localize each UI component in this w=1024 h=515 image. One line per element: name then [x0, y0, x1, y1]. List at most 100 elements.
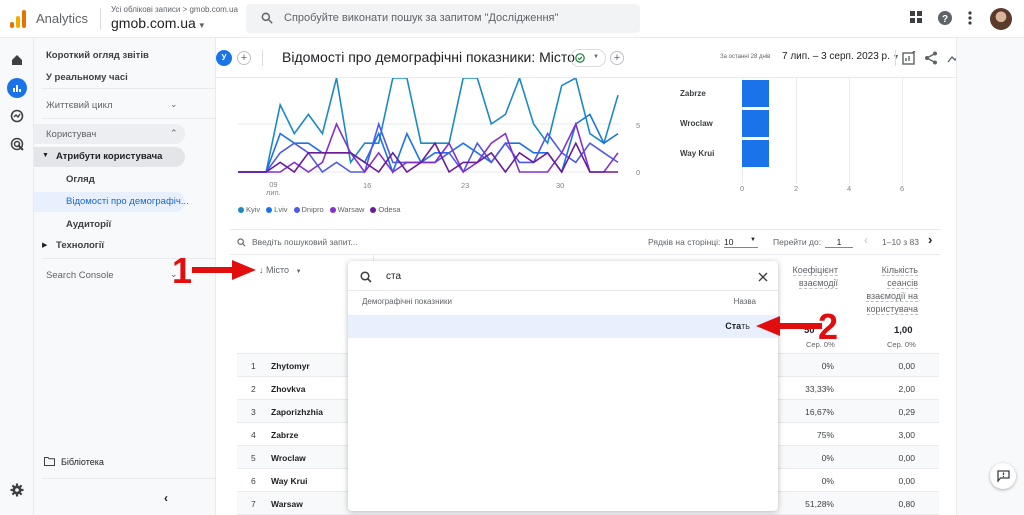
nav-realtime[interactable]: У реальному часі — [46, 72, 128, 83]
chevron-down-icon[interactable]: ⌄ — [170, 99, 178, 110]
divider — [42, 478, 218, 479]
close-icon[interactable] — [758, 272, 768, 282]
nav-technology[interactable]: Технології — [56, 240, 104, 251]
legend-dot-icon — [329, 206, 336, 213]
sessions-per-user-cell: 0,00 — [898, 361, 915, 371]
legend-item-dnipro[interactable]: Dnipro — [293, 205, 324, 214]
nav-lifecycle[interactable]: Життєвий цикл — [46, 100, 112, 111]
x-tick-16: 16 — [363, 181, 372, 190]
rows-per-page-value: 10 — [724, 237, 734, 247]
dimension-header-city[interactable]: ↓ Місто ▼ — [259, 265, 302, 275]
row-index: 6 — [251, 476, 256, 486]
search-placeholder: Спробуйте виконати пошук за запитом "Дос… — [284, 12, 559, 24]
date-range-label: За останні 28 днів — [720, 54, 771, 60]
settings-gear-icon[interactable] — [7, 480, 27, 500]
chevron-up-icon[interactable]: ⌃ — [170, 128, 178, 139]
search-icon — [360, 271, 372, 283]
goto-page-input[interactable]: 1 — [825, 237, 853, 248]
legend-item-warsaw[interactable]: Warsaw — [329, 205, 364, 214]
reports-icon[interactable] — [7, 78, 27, 98]
y-tick-0: 0 — [636, 168, 641, 177]
add-button[interactable]: + — [610, 51, 624, 65]
divider — [895, 50, 896, 66]
table-search-input[interactable]: Введіть пошуковий запит... — [252, 237, 358, 247]
nav-library[interactable]: Бібліотека — [61, 457, 104, 467]
add-comparison-button[interactable]: + — [237, 51, 251, 65]
dimension-search-input[interactable]: ста — [386, 271, 401, 282]
analytics-logo-icon[interactable] — [10, 10, 26, 28]
engagement-rate-cell: 33,33% — [805, 384, 834, 394]
property-name: gmob.com.ua — [111, 15, 196, 31]
comparison-chip[interactable]: У — [216, 50, 232, 66]
date-range-picker[interactable]: 7 лип. – 3 серп. 2023 р. ▼ — [782, 51, 900, 62]
apps-grid-icon[interactable] — [909, 10, 923, 24]
user-avatar[interactable] — [990, 8, 1012, 30]
legend-item-lviv[interactable]: Lviv — [266, 205, 288, 214]
global-search-input[interactable]: Спробуйте виконати пошук за запитом "Дос… — [246, 4, 640, 33]
sessions-per-user-cell: 0,29 — [898, 407, 915, 417]
dimension-header-label: Місто — [266, 265, 290, 275]
line-chart — [238, 78, 620, 175]
collapse-chevron-left-icon[interactable]: ‹ — [164, 491, 168, 505]
nav-user[interactable]: Користувач — [46, 129, 96, 140]
legend-label: Dnipro — [301, 205, 324, 214]
col-header-engagement-rate[interactable]: Коефіцієнт взаємодії — [782, 264, 838, 290]
nav-reports-snapshot[interactable]: Короткий огляд звітів — [46, 50, 149, 61]
legend-item-kyiv[interactable]: Kyiv — [238, 205, 260, 214]
right-gutter — [956, 38, 1024, 515]
legend-item-odesa[interactable]: Odesa — [370, 205, 401, 214]
annotation-arrow-right — [192, 260, 256, 280]
y-tick-5: 5 — [636, 121, 641, 130]
report-status-dropdown[interactable]: ▼ — [570, 49, 606, 67]
bar-x-tick-4: 4 — [847, 184, 852, 193]
dimension-option-gender[interactable]: Стать — [348, 315, 778, 338]
option-label: Стать — [725, 321, 750, 331]
help-icon[interactable]: ? — [937, 10, 953, 26]
col-header-text: Кількість сеансів взаємодії на користува… — [866, 265, 918, 315]
chart-legend: Kyiv Lviv Dnipro Warsaw Odesa — [238, 205, 401, 214]
engagement-rate-cell: 51,28% — [805, 499, 834, 509]
series-line-dnipro — [238, 121, 619, 174]
more-vert-icon[interactable] — [967, 10, 973, 26]
legend-dot-icon — [293, 206, 300, 213]
share-icon[interactable] — [924, 51, 938, 65]
rows-per-page-select[interactable]: 10 ▼ — [724, 237, 758, 248]
bar-label-zabrze: Zabrze — [680, 89, 706, 98]
home-icon[interactable] — [7, 50, 27, 70]
bar-label-wroclaw: Wroclaw — [680, 119, 713, 128]
nav-demographic-details[interactable]: Відомості про демографіч... — [66, 196, 189, 207]
explore-icon[interactable] — [7, 106, 27, 126]
bar-label-way-krui: Way Krui — [680, 149, 715, 158]
feedback-button[interactable] — [990, 463, 1016, 489]
caret-down-icon: ▼ — [750, 237, 756, 243]
nav-user-attributes[interactable]: Атрибути користувача — [56, 151, 162, 162]
caret-down-icon: ▼ — [892, 54, 900, 61]
breadcrumb[interactable]: Усі облікові записи > gmob.com.ua — [111, 5, 238, 14]
col-header-sessions-per-user[interactable]: Кількість сеансів взаємодії на користува… — [858, 264, 918, 316]
city-cell: Zaporizhzhia — [271, 407, 323, 417]
date-range-value: 7 лип. – 3 серп. 2023 р. — [782, 51, 890, 62]
x-tick-09: 09 лип. — [266, 180, 281, 197]
legend-label: Lviv — [274, 205, 288, 214]
engagement-rate-cell: 0% — [821, 476, 834, 486]
avg-sessions: Сер. 0% — [887, 340, 916, 349]
row-index: 4 — [251, 430, 256, 440]
annotation-arrow-left — [756, 316, 822, 336]
nav-overview[interactable]: Огляд — [66, 174, 95, 185]
x-tick-23: 23 — [461, 181, 470, 190]
search-icon — [261, 12, 273, 24]
city-cell: Wroclaw — [271, 453, 306, 463]
advertising-icon[interactable] — [7, 134, 27, 154]
prev-page-button[interactable]: ‹ — [864, 233, 868, 247]
bar-x-tick-6: 6 — [900, 184, 905, 193]
svg-text:?: ? — [942, 14, 948, 25]
city-cell: Zhovkva — [271, 384, 306, 394]
customize-report-icon[interactable] — [902, 51, 916, 65]
goto-label: Перейти до: — [773, 237, 822, 247]
next-page-button[interactable]: › — [928, 232, 932, 247]
nav-search-console[interactable]: Search Console — [46, 270, 114, 281]
property-selector[interactable]: gmob.com.ua ▼ — [111, 15, 206, 31]
sessions-per-user-cell: 0,00 — [898, 453, 915, 463]
nav-audiences[interactable]: Аудиторії — [66, 219, 111, 230]
sessions-per-user-cell: 0,80 — [898, 499, 915, 509]
